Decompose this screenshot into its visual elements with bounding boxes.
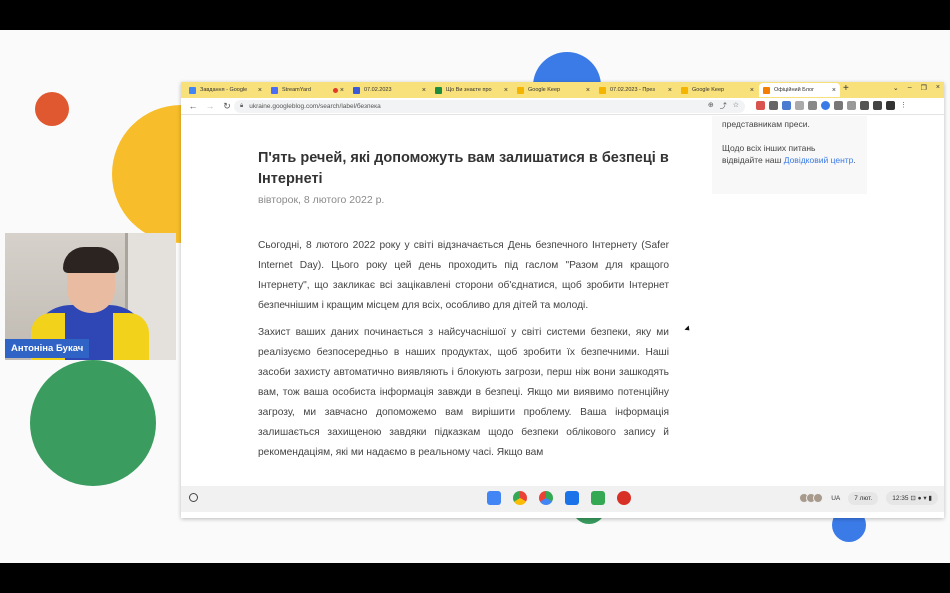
back-icon[interactable]: ← <box>188 101 198 111</box>
share-icon[interactable]: ⤴ <box>720 101 727 111</box>
tab-7-active[interactable]: Офіційний Блог × <box>759 83 840 97</box>
status-area[interactable]: 12:35 ⊡ ● ▾ ▮ <box>886 491 938 505</box>
chevron-down-icon[interactable]: ⌄ <box>893 84 899 92</box>
article-paragraph: Захист ваших даних починається з найсуча… <box>258 327 669 458</box>
zoom-icon[interactable]: ⊕ <box>708 101 714 111</box>
keyboard-language[interactable]: UA <box>831 495 840 502</box>
close-icon[interactable]: × <box>422 87 426 94</box>
recording-icon <box>332 87 338 93</box>
letterbox-bottom <box>0 563 950 593</box>
tab-4[interactable]: Google Keep × <box>513 83 594 97</box>
reload-icon[interactable]: ↻ <box>222 101 232 112</box>
os-shelf: UA 7 лют. 12:35 ⊡ ● ▾ ▮ <box>181 486 944 512</box>
chrome-icon[interactable] <box>513 491 527 505</box>
close-icon[interactable]: × <box>586 87 590 94</box>
extension-icon[interactable] <box>834 101 843 110</box>
window-controls: ⌄ – ❐ × <box>893 84 940 92</box>
restore-icon[interactable]: ❐ <box>921 84 927 92</box>
tab-2[interactable]: 07.02.2023 × <box>349 83 430 97</box>
tab-strip: Завдання - Google × StreamYard × 07.02.2… <box>181 82 944 98</box>
menu-kebab-icon[interactable]: ⋮ <box>899 101 908 110</box>
sidebar-line-help: Щодо всіх інших питань відвідайте наш До… <box>722 143 856 165</box>
docs-icon <box>189 86 196 94</box>
presenter-name-tag: Антоніна Букач <box>5 339 90 358</box>
help-center-link[interactable]: Довідковий центр <box>784 155 854 165</box>
tab-6[interactable]: Google Keep × <box>677 83 758 97</box>
article-date: вівторок, 8 лютого 2022 р. <box>258 194 385 206</box>
shelf-time: 12:35 <box>892 495 909 502</box>
meet-icon[interactable] <box>591 491 605 505</box>
decorative-circle-green <box>30 360 156 486</box>
blog-article: П'ять речей, які допоможуть вам залишати… <box>258 116 669 463</box>
docs-app-icon[interactable] <box>487 491 501 505</box>
new-tab-button[interactable]: + <box>843 83 849 94</box>
pinned-apps <box>487 491 631 505</box>
notification-badge-icon: ● <box>917 495 922 502</box>
close-window-icon[interactable]: × <box>936 84 940 92</box>
play-store-icon[interactable] <box>539 491 553 505</box>
blog-page: представникам преси. Щодо всіх інших пит… <box>181 116 944 518</box>
wifi-icon: ▾ <box>923 495 927 502</box>
browser-window: Завдання - Google × StreamYard × 07.02.2… <box>181 82 944 518</box>
extension-icon[interactable] <box>756 101 765 110</box>
address-text: ukraine.googleblog.com/search/label/безп… <box>249 103 381 110</box>
forward-icon[interactable]: → <box>205 101 215 111</box>
sidepanel-icon[interactable] <box>886 101 895 110</box>
status-tray: UA 7 лют. 12:35 ⊡ ● ▾ ▮ <box>799 491 938 505</box>
close-icon[interactable]: × <box>340 87 344 94</box>
lock-icon: 🔒︎ <box>240 103 244 109</box>
address-bar[interactable]: 🔒︎ ukraine.googleblog.com/search/label/б… <box>234 100 745 113</box>
tab-5[interactable]: 07.02.2023 - През × <box>595 83 676 97</box>
extension-icon[interactable] <box>808 101 817 110</box>
browser-toolbar: ← → ↻ 🔒︎ ukraine.googleblog.com/search/l… <box>181 98 944 115</box>
tab-3[interactable]: Що Ви знаєте про × <box>431 83 512 97</box>
close-icon[interactable]: × <box>668 87 672 94</box>
article-paragraph: Сьогодні, 8 лютого 2022 року у світі від… <box>258 240 669 311</box>
decorative-circle-red <box>35 92 69 126</box>
slides-icon <box>599 86 606 94</box>
extension-icon[interactable] <box>782 101 791 110</box>
extension-icon[interactable] <box>860 101 869 110</box>
keep-icon <box>517 86 524 94</box>
keep-icon <box>681 86 688 94</box>
extension-icon[interactable] <box>821 101 830 110</box>
streamyard-icon <box>271 86 278 94</box>
files-icon[interactable] <box>565 491 579 505</box>
shelf-date[interactable]: 7 лют. <box>848 491 879 505</box>
extensions-bar: ⋮ <box>756 101 908 110</box>
sidebar-line-press: представникам преси. <box>722 119 810 129</box>
docs-icon <box>353 86 360 94</box>
close-icon[interactable]: × <box>832 87 836 94</box>
puzzle-icon[interactable] <box>873 101 882 110</box>
screen-capture-icon: ⊡ <box>910 495 916 502</box>
battery-icon: ▮ <box>928 495 932 502</box>
minimize-icon[interactable]: – <box>908 84 912 92</box>
tab-1[interactable]: StreamYard × <box>267 83 348 97</box>
close-icon[interactable]: × <box>258 87 262 94</box>
extension-icon[interactable] <box>847 101 856 110</box>
extension-icon[interactable] <box>795 101 804 110</box>
blogger-icon <box>763 86 770 94</box>
tab-0[interactable]: Завдання - Google × <box>185 83 266 97</box>
sidebar-contact-card: представникам преси. Щодо всіх інших пит… <box>712 116 867 194</box>
mouse-cursor-icon <box>684 325 692 333</box>
extension-icon[interactable] <box>769 101 778 110</box>
sheets-icon <box>435 86 442 94</box>
account-avatars[interactable] <box>799 493 824 503</box>
launcher-icon[interactable] <box>189 493 198 502</box>
close-icon[interactable]: × <box>750 87 754 94</box>
presentation-stage: Антоніна Букач Завдання - Google × Strea… <box>0 30 950 563</box>
bookmark-star-icon[interactable]: ☆ <box>733 101 739 111</box>
screen-recorder-icon[interactable] <box>617 491 631 505</box>
article-title: П'ять речей, які допоможуть вам залишати… <box>258 150 669 187</box>
letterbox-top <box>0 0 950 30</box>
close-icon[interactable]: × <box>504 87 508 94</box>
